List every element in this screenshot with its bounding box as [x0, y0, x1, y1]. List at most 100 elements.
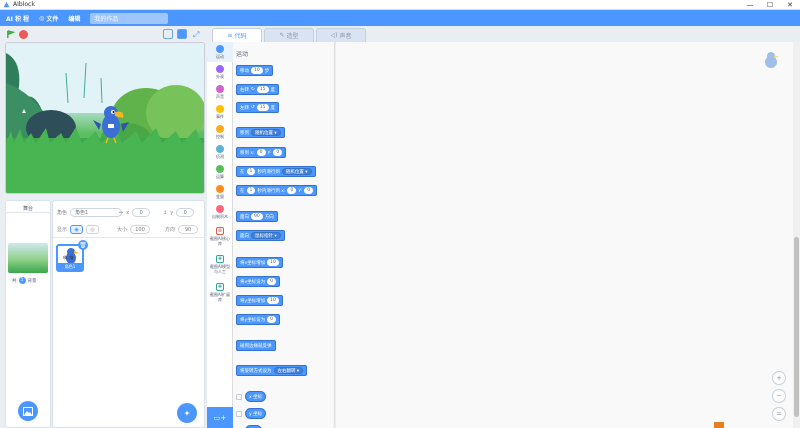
block-number-input[interactable]: 0	[273, 149, 283, 156]
motion-block[interactable]: 移到 随机位置 ▾	[236, 127, 285, 138]
motion-block[interactable]: 左转 ↺ 15 度	[236, 102, 280, 113]
block-dropdown[interactable]: 随机位置 ▾	[281, 168, 312, 175]
small-stage-button[interactable]	[163, 29, 173, 39]
reporter-block[interactable]: x 坐标	[245, 391, 267, 402]
motion-block[interactable]: 碰到边缘就反弹	[236, 340, 276, 351]
size-label: 大小	[117, 227, 128, 233]
tab-costumes[interactable]: ✎ 造型	[264, 28, 314, 42]
scrollbar-thumb[interactable]	[794, 237, 799, 417]
eye-icon: ◉	[74, 226, 79, 233]
reporter-block[interactable]: y 坐标	[245, 408, 267, 419]
category-item[interactable]: ✚ 截图AI扩展库	[207, 278, 233, 306]
motion-block[interactable]: 将y坐标增加 10	[236, 295, 283, 306]
sprite-size-input[interactable]: 100	[130, 225, 151, 234]
category-item[interactable]: 控制	[207, 122, 233, 142]
menu-edit[interactable]: 编辑	[68, 14, 80, 23]
normal-stage-button[interactable]	[177, 29, 187, 39]
motion-block[interactable]: 在 1 秒内滑行到 x: 0 y: 0	[236, 185, 318, 196]
sprite-show-field: 显示 ◉ ◎	[57, 225, 100, 234]
motion-block[interactable]: 将y坐标设为 0	[236, 314, 281, 325]
reporter-checkbox[interactable]	[236, 410, 242, 417]
show-visible-button[interactable]: ◉	[70, 225, 84, 234]
block-number-input[interactable]: 0	[287, 187, 297, 194]
stage-canvas[interactable]	[5, 42, 205, 194]
stage-thumbnail[interactable]	[8, 243, 48, 273]
add-backdrop-button[interactable]	[18, 401, 38, 421]
category-item[interactable]: 自制积木	[207, 202, 233, 222]
zoom-reset-button[interactable]: =	[772, 407, 786, 421]
block-number-input[interactable]: 0	[256, 149, 266, 156]
sprite-name-input[interactable]: 角色1	[70, 208, 123, 217]
sprite-name-tag: 角色1	[58, 263, 82, 270]
block-number-input[interactable]: 90	[251, 213, 263, 220]
category-item[interactable]: 运算	[207, 162, 233, 182]
stage-selector-panel[interactable]: 舞台 共 1 背景	[5, 200, 51, 428]
category-item[interactable]: ⊗ 截图AI核心库	[207, 222, 233, 250]
motion-block[interactable]: 移到 x: 0 y: 0	[236, 147, 287, 158]
block-number-input[interactable]: 15	[256, 104, 269, 111]
block-number-input[interactable]: 10	[251, 67, 263, 74]
block-number-input[interactable]: 1	[246, 168, 256, 175]
add-sprite-button[interactable]: ✦	[177, 403, 197, 423]
sprite-caption: 嗨..喵	[63, 255, 74, 260]
close-button[interactable]: ✕	[780, 0, 800, 10]
sprite-name-field: 角色 角色1	[57, 208, 123, 217]
motion-block[interactable]: 移动 10 步	[236, 65, 274, 76]
sprite-y-input[interactable]: 0	[176, 208, 195, 217]
motion-block[interactable]: 面向 90 方向	[236, 211, 278, 222]
category-dot-icon	[216, 124, 224, 133]
motion-block[interactable]: 将x坐标增加 10	[236, 257, 283, 268]
sprite-thumbnail[interactable]: 嗨..喵 角色1 🗑	[56, 240, 88, 272]
block-label: 移动	[240, 68, 249, 74]
zoom-in-button[interactable]: +	[772, 371, 786, 385]
motion-block[interactable]: 将旋转方式设为 左右翻转 ▾	[236, 365, 308, 376]
show-hidden-button[interactable]: ◎	[86, 225, 100, 234]
stop-icon[interactable]	[19, 30, 28, 39]
green-flag-icon[interactable]	[6, 30, 16, 41]
script-workspace[interactable]	[336, 42, 794, 428]
zoom-out-button[interactable]: −	[772, 389, 786, 403]
block-label: 面向	[240, 214, 249, 220]
block-dropdown[interactable]: 左右翻转 ▾	[273, 367, 304, 374]
menu-bar: AI 积 程 ◎ 文件 编辑 我的作品	[0, 10, 800, 26]
tab-code[interactable]: ≡ 代码	[212, 28, 262, 42]
sprite-preview-icon	[760, 50, 782, 72]
block-number-input[interactable]: 1	[246, 187, 256, 194]
block-number-input[interactable]: 10	[267, 259, 279, 266]
block-dropdown[interactable]: 随机位置 ▾	[251, 129, 281, 136]
motion-block[interactable]: 将x坐标设为 0	[236, 276, 281, 287]
menu-file[interactable]: ◎ 文件	[39, 14, 58, 23]
project-title-input[interactable]: 我的作品	[90, 12, 169, 24]
category-item[interactable]: 声音	[207, 82, 233, 102]
reporter-checkbox[interactable]	[236, 393, 242, 400]
category-item[interactable]: ✚ 截图AI模型与人工	[207, 250, 233, 278]
block-label: 右转	[240, 87, 249, 93]
minimize-button[interactable]: —	[740, 0, 760, 10]
add-extension-button[interactable]: ▭+	[207, 407, 233, 428]
tab-sounds[interactable]: ◁) 声音	[316, 28, 366, 42]
block-number-input[interactable]: 15	[256, 86, 269, 93]
fullscreen-icon[interactable]: ⤢	[193, 30, 199, 40]
category-item[interactable]: 事件	[207, 102, 233, 122]
delete-sprite-button[interactable]: 🗑	[78, 240, 88, 250]
category-item[interactable]: 侦测	[207, 142, 233, 162]
motion-block[interactable]: 右转 ↻ 15 度	[236, 84, 280, 95]
sprite-x-input[interactable]: 0	[132, 208, 151, 217]
category-item[interactable]: 变量	[207, 182, 233, 202]
workspace-scrollbar[interactable]	[793, 42, 800, 428]
extension-icon: ▭+	[213, 413, 227, 422]
maximize-button[interactable]: ☐	[760, 0, 780, 10]
sprite-direction-field: 方向 90	[165, 225, 199, 234]
category-item[interactable]: 外观	[207, 62, 233, 82]
motion-block[interactable]: 在 1 秒内滑行到 随机位置 ▾	[236, 166, 316, 177]
block-dropdown[interactable]: 鼠标指针 ▾	[251, 232, 281, 239]
block-number-input[interactable]: 10	[267, 297, 279, 304]
sprite-direction-input[interactable]: 90	[178, 225, 199, 234]
eye-off-icon: ◎	[90, 226, 95, 233]
block-number-input[interactable]: 0	[267, 278, 277, 285]
category-item[interactable]: 运动	[207, 42, 233, 62]
block-label: 将y坐标增加	[240, 298, 266, 304]
motion-block[interactable]: 面向 鼠标指针 ▾	[236, 230, 285, 241]
block-number-input[interactable]: 0	[304, 187, 314, 194]
block-number-input[interactable]: 0	[267, 316, 277, 323]
